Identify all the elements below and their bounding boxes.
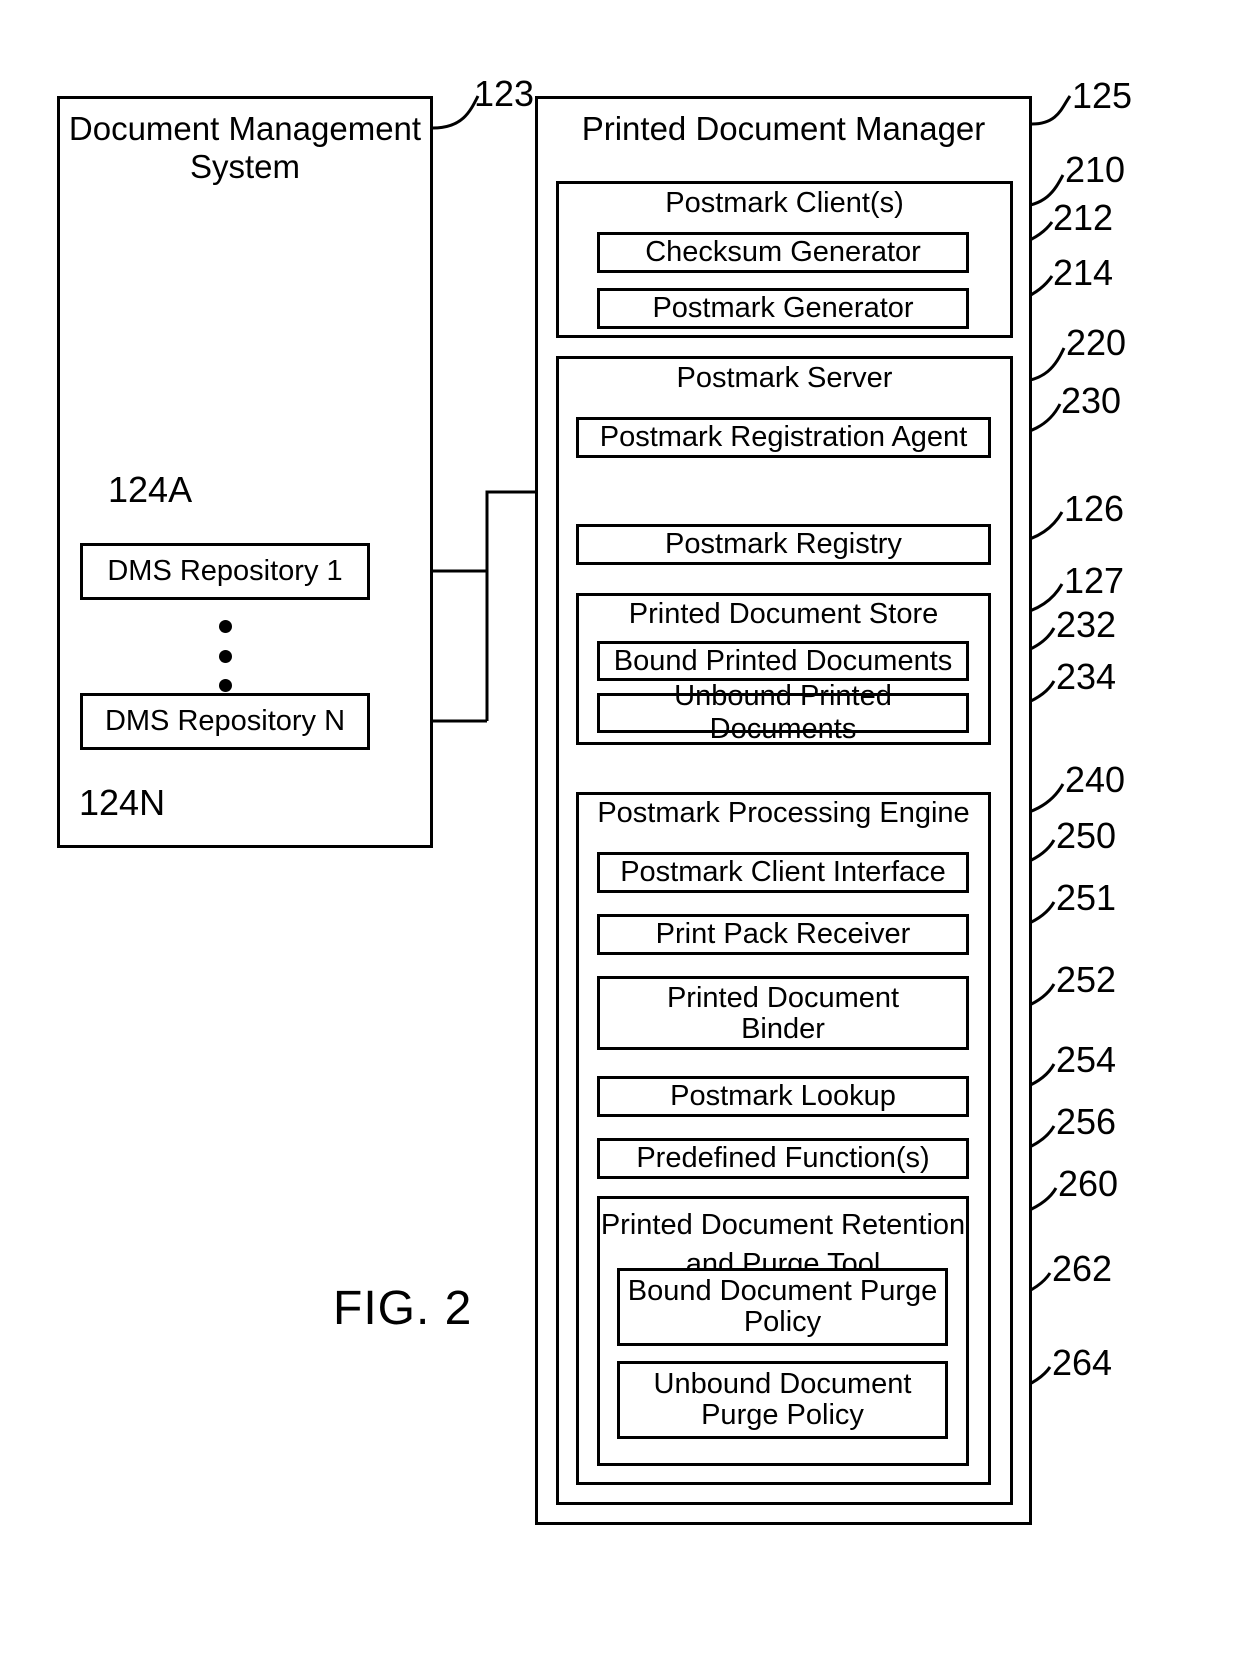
dms-repository-1[interactable]: DMS Repository 1 bbox=[80, 543, 370, 600]
ref-124N: 124N bbox=[79, 782, 166, 823]
bound-document-purge-policy-label-line1: Bound Document Purge bbox=[627, 1275, 938, 1307]
postmark-client-interface[interactable]: Postmark Client Interface bbox=[597, 852, 969, 893]
postmark-server-title: Postmark Server bbox=[676, 362, 893, 394]
printed-document-store-title: Printed Document Store bbox=[628, 598, 939, 630]
dms-repository-n[interactable]: DMS Repository N bbox=[80, 693, 370, 750]
ref-210: 210 bbox=[1065, 149, 1126, 190]
bound-document-purge-policy-label-line2: Policy bbox=[743, 1306, 822, 1339]
predefined-functions[interactable]: Predefined Function(s) bbox=[597, 1138, 969, 1179]
postmark-registry[interactable]: Postmark Registry bbox=[576, 524, 991, 565]
unbound-printed-documents-label: Unbound Printed Documents bbox=[674, 680, 892, 745]
postmark-clients-title: Postmark Client(s) bbox=[665, 187, 904, 219]
ref-254: 254 bbox=[1056, 1039, 1117, 1080]
ref-212: 212 bbox=[1053, 197, 1114, 238]
retention-purge-tool-title-line1: Printed Document Retention bbox=[600, 1209, 966, 1241]
unbound-document-purge-policy[interactable]: Unbound Document Purge Policy bbox=[617, 1361, 948, 1439]
ref-127: 127 bbox=[1064, 560, 1125, 601]
ref-230: 230 bbox=[1061, 380, 1122, 421]
predefined-functions-label: Predefined Function(s) bbox=[636, 1142, 930, 1174]
vertical-ellipsis-icon bbox=[218, 620, 232, 692]
unbound-document-purge-policy-label-line1: Unbound Document bbox=[653, 1368, 912, 1400]
ref-214: 214 bbox=[1053, 252, 1114, 293]
printed-document-binder-label-line1: Printed Document bbox=[666, 982, 900, 1014]
bound-document-purge-policy[interactable]: Bound Document Purge Policy bbox=[617, 1268, 948, 1346]
ref-124A: 124A bbox=[108, 469, 193, 510]
print-pack-receiver[interactable]: Print Pack Receiver bbox=[597, 914, 969, 955]
ref-125: 125 bbox=[1072, 75, 1133, 116]
postmark-generator[interactable]: Postmark Generator bbox=[597, 288, 969, 329]
postmark-processing-engine-title: Postmark Processing Engine bbox=[597, 797, 970, 829]
printed-document-binder[interactable]: Printed Document Binder bbox=[597, 976, 969, 1050]
ref-256: 256 bbox=[1056, 1101, 1117, 1142]
postmark-lookup[interactable]: Postmark Lookup bbox=[597, 1076, 969, 1117]
ref-251: 251 bbox=[1056, 877, 1117, 918]
dms-title-line1: Document Management bbox=[68, 110, 422, 147]
postmark-registration-agent-label: Postmark Registration Agent bbox=[599, 421, 968, 453]
ref-234: 234 bbox=[1056, 656, 1117, 697]
unbound-printed-documents[interactable]: Unbound Printed Documents bbox=[597, 680, 969, 745]
ref-126: 126 bbox=[1064, 488, 1125, 529]
figure-canvas: Document Management System DMS Repositor… bbox=[0, 0, 1240, 1675]
ref-264: 264 bbox=[1052, 1342, 1113, 1383]
bound-printed-documents-label: Bound Printed Documents bbox=[613, 644, 953, 677]
checksum-generator-label: Checksum Generator bbox=[645, 236, 921, 268]
ref-232: 232 bbox=[1056, 604, 1117, 645]
figure-label: FIG. 2 bbox=[333, 1282, 473, 1335]
ref-240: 240 bbox=[1065, 759, 1126, 800]
ref-220: 220 bbox=[1066, 322, 1127, 363]
ref-262: 262 bbox=[1052, 1248, 1113, 1289]
ref-123: 123 bbox=[474, 73, 535, 114]
print-pack-receiver-label: Print Pack Receiver bbox=[655, 918, 911, 950]
dms-repository-1-label: DMS Repository 1 bbox=[107, 555, 343, 587]
postmark-generator-label: Postmark Generator bbox=[652, 292, 914, 324]
dms-repository-n-label: DMS Repository N bbox=[104, 705, 346, 737]
postmark-registration-agent[interactable]: Postmark Registration Agent bbox=[576, 417, 991, 458]
postmark-lookup-label: Postmark Lookup bbox=[670, 1080, 896, 1112]
bound-printed-documents[interactable]: Bound Printed Documents bbox=[597, 641, 969, 681]
postmark-client-interface-label: Postmark Client Interface bbox=[620, 856, 946, 888]
postmark-registry-label: Postmark Registry bbox=[665, 528, 902, 560]
printed-document-manager-title: Printed Document Manager bbox=[581, 110, 986, 147]
ref-252: 252 bbox=[1056, 959, 1117, 1000]
dms-title-line2: System bbox=[189, 147, 301, 185]
ref-260: 260 bbox=[1058, 1163, 1119, 1204]
unbound-document-purge-policy-label-line2: Purge Policy bbox=[701, 1399, 864, 1432]
checksum-generator[interactable]: Checksum Generator bbox=[597, 232, 969, 273]
ref-250: 250 bbox=[1056, 815, 1117, 856]
printed-document-binder-label-line2: Binder bbox=[741, 1013, 825, 1046]
